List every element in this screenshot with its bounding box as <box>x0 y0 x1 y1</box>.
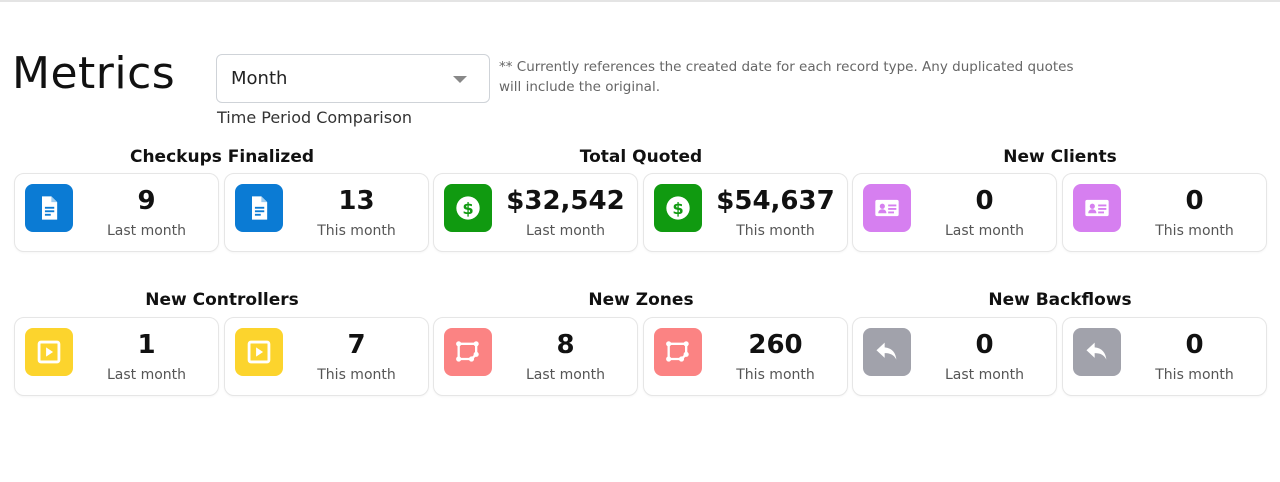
metric-value: 13 <box>338 186 375 216</box>
metric-value: 7 <box>347 330 366 360</box>
metric-value: 1 <box>137 330 156 360</box>
metric-caption: Last month <box>525 223 606 239</box>
dollar-icon: $ <box>444 184 492 232</box>
metric-caption: Last month <box>106 223 187 239</box>
metric-card-clients-this: 0 This month <box>1062 173 1267 252</box>
metric-caption: This month <box>736 367 815 383</box>
metric-value: 0 <box>1185 186 1204 216</box>
metric-caption: Last month <box>525 367 606 383</box>
svg-text:$: $ <box>462 199 473 218</box>
metric-caption: Last month <box>944 367 1025 383</box>
group-title-zones: New Zones <box>588 290 694 310</box>
metric-caption: This month <box>317 367 396 383</box>
metric-card-backflows-last: 0 Last month <box>852 317 1057 396</box>
metric-card-quoted-last: $ $32,542 Last month <box>433 173 638 252</box>
reply-arrow-icon <box>863 328 911 376</box>
metric-caption: Last month <box>944 223 1025 239</box>
time-period-select[interactable]: Month <box>216 54 490 103</box>
time-period-label: Time Period Comparison <box>217 108 413 127</box>
svg-text:$: $ <box>672 199 683 218</box>
top-divider <box>0 0 1280 2</box>
metric-value: 0 <box>975 186 994 216</box>
metric-value: 260 <box>748 330 803 360</box>
document-icon <box>25 184 73 232</box>
metric-value: $32,542 <box>506 186 625 216</box>
group-title-checkups: Checkups Finalized <box>129 147 315 167</box>
page-title: Metrics <box>12 48 176 99</box>
metric-card-clients-last: 0 Last month <box>852 173 1057 252</box>
metric-card-controllers-this: 7 This month <box>224 317 429 396</box>
group-title-clients: New Clients <box>1003 147 1117 167</box>
metric-card-zones-last: 8 Last month <box>433 317 638 396</box>
metric-value: 0 <box>975 330 994 360</box>
group-title-quoted: Total Quoted <box>579 147 703 167</box>
metric-caption: This month <box>317 223 396 239</box>
metric-caption: This month <box>736 223 815 239</box>
group-title-controllers: New Controllers <box>145 290 299 310</box>
document-icon <box>235 184 283 232</box>
play-square-icon <box>235 328 283 376</box>
chevron-down-icon <box>453 76 467 83</box>
metric-card-zones-this: 260 This month <box>643 317 848 396</box>
metric-caption: This month <box>1155 367 1234 383</box>
id-card-icon <box>1073 184 1121 232</box>
reply-arrow-icon <box>1073 328 1121 376</box>
metric-card-backflows-this: 0 This month <box>1062 317 1267 396</box>
metric-value: $54,637 <box>716 186 835 216</box>
metric-card-checkups-last: 9 Last month <box>14 173 219 252</box>
play-square-icon <box>25 328 73 376</box>
id-card-icon <box>863 184 911 232</box>
zones-icon <box>444 328 492 376</box>
metrics-note: ** Currently references the created date… <box>499 59 1074 95</box>
metric-caption: Last month <box>106 367 187 383</box>
metric-value: 9 <box>137 186 156 216</box>
metric-caption: This month <box>1155 223 1234 239</box>
time-period-value: Month <box>231 68 288 89</box>
metric-value: 8 <box>556 330 575 360</box>
metric-card-quoted-this: $ $54,637 This month <box>643 173 848 252</box>
metric-card-controllers-last: 1 Last month <box>14 317 219 396</box>
metric-card-checkups-this: 13 This month <box>224 173 429 252</box>
group-title-backflows: New Backflows <box>988 290 1132 310</box>
metric-value: 0 <box>1185 330 1204 360</box>
dollar-icon: $ <box>654 184 702 232</box>
zones-icon <box>654 328 702 376</box>
